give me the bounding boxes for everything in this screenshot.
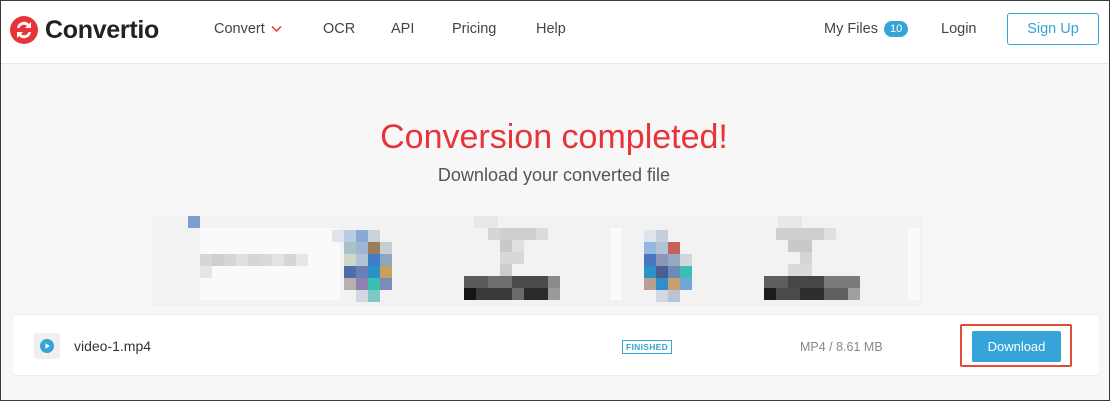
nav-convert-label: Convert	[214, 21, 265, 37]
brand-logo[interactable]: Convertio	[9, 13, 159, 47]
signup-button[interactable]: Sign Up	[1007, 13, 1099, 45]
nav-login[interactable]: Login	[941, 21, 976, 37]
file-name: video-1.mp4	[74, 338, 152, 354]
file-preview-button[interactable]	[34, 333, 60, 359]
pixelated-banner-image	[152, 216, 922, 306]
my-files-count-badge: 10	[883, 21, 909, 37]
nav-api[interactable]: API	[391, 21, 414, 37]
nav-convert[interactable]: Convert	[214, 21, 282, 37]
nav-help[interactable]: Help	[536, 21, 566, 37]
play-icon	[40, 339, 54, 353]
chevron-down-icon	[271, 25, 282, 33]
nav-pricing[interactable]: Pricing	[452, 21, 496, 37]
status-badge: FINISHED	[622, 340, 673, 354]
brand-name: Convertio	[45, 15, 159, 44]
file-format-size: MP4 / 8.61 MB	[800, 340, 883, 354]
page-title: Conversion completed!	[380, 118, 728, 156]
nav-ocr[interactable]: OCR	[323, 21, 355, 37]
convertio-logo-icon	[10, 16, 38, 44]
top-navbar: Convertio Convert OCR API Pricing Help M…	[1, 1, 1109, 64]
nav-my-files[interactable]: My Files 10	[824, 21, 909, 37]
download-button[interactable]: Download	[972, 331, 1061, 362]
converted-file-row: video-1.mp4 FINISHED MP4 / 8.61 MB Downl…	[14, 314, 1098, 376]
page-subtitle: Download your converted file	[437, 165, 671, 185]
my-files-label: My Files	[824, 21, 878, 37]
